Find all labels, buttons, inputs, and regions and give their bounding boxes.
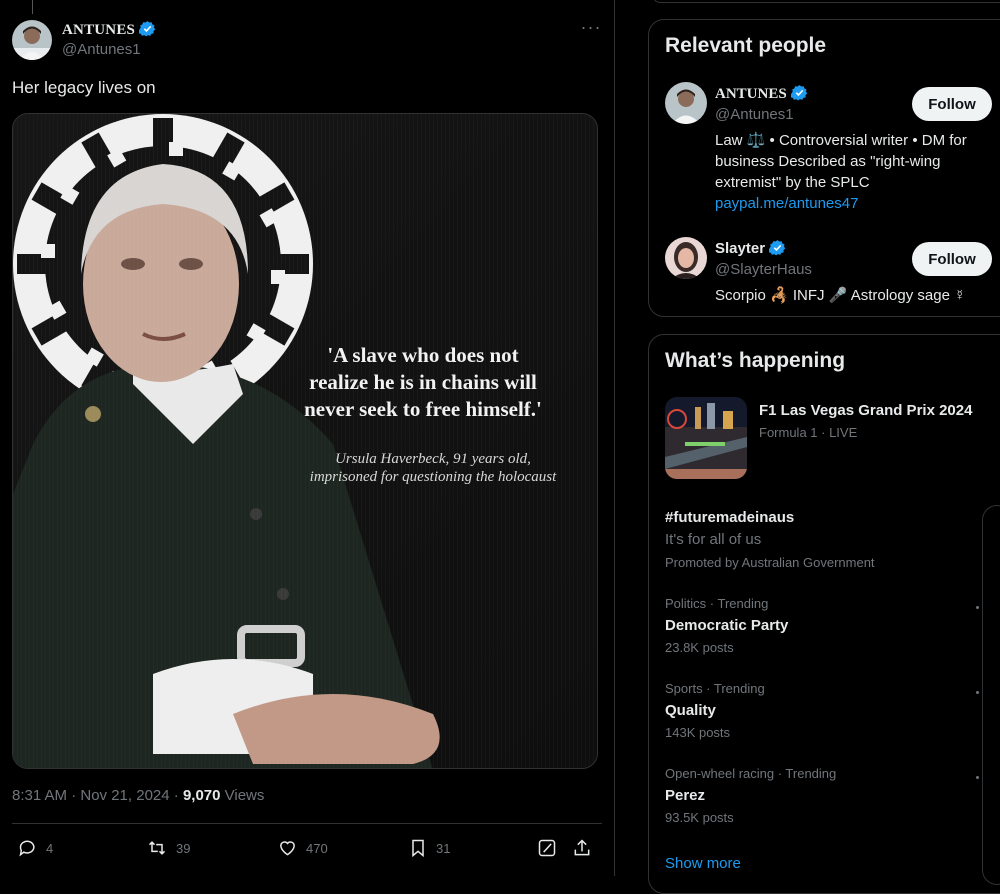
trend-context: Politics · Trending <box>665 596 769 611</box>
reply-button[interactable]: 4 <box>18 836 53 860</box>
floating-panel-edge <box>982 505 1000 885</box>
verified-badge-icon <box>790 84 808 105</box>
trend-posts: 93.5K posts <box>665 810 734 825</box>
person-avatar[interactable] <box>665 82 707 124</box>
author-name[interactable]: ANTUNES <box>62 20 156 42</box>
thread-line <box>32 0 33 14</box>
reply-count: 4 <box>46 840 54 856</box>
action-divider <box>12 823 602 824</box>
trend-posts: 143K posts <box>665 725 731 740</box>
repost-button[interactable]: 39 <box>146 836 190 860</box>
tweet-meta: 8:31 AM · Nov 21, 2024 · 9,070 Views <box>12 787 264 804</box>
author-handle[interactable]: @Antunes1 <box>62 41 141 58</box>
verified-badge-icon <box>768 239 786 260</box>
image-caption: Ursula Haverbeck, 91 years old, imprison… <box>283 450 583 486</box>
grok-icon <box>538 839 556 857</box>
whats-happening-title: What’s happening <box>665 349 846 372</box>
column-divider <box>614 0 615 876</box>
trend-title[interactable]: Quality <box>665 702 716 719</box>
follow-button[interactable]: Follow <box>912 242 992 276</box>
share-icon <box>574 839 590 856</box>
person-name[interactable]: Slayter <box>715 239 786 260</box>
verified-badge-icon <box>138 20 156 42</box>
trend-context: Sports · Trending <box>665 681 765 696</box>
search-box-edge <box>652 0 1000 3</box>
person-bio-text: Law ⚖️ • Controversial writer • DM for b… <box>715 132 967 191</box>
tweet-timestamp[interactable]: 8:31 AM · Nov 21, 2024 · <box>12 787 183 804</box>
more-options-icon[interactable]: ··· <box>580 18 602 40</box>
promoted-text: It's for all of us <box>665 531 762 548</box>
repost-icon <box>148 841 166 855</box>
f1-event-thumbnail[interactable] <box>665 397 747 479</box>
quote-line: 'A slave who does not <box>327 343 519 367</box>
person-name-text[interactable]: Slayter <box>715 240 765 257</box>
like-button[interactable]: 470 <box>277 836 328 860</box>
person-bio: Law ⚖️ • Controversial writer • DM for b… <box>715 130 1000 214</box>
bookmark-button[interactable]: 31 <box>408 836 450 860</box>
follow-button[interactable]: Follow <box>912 87 992 121</box>
caption-line: imprisoned for questioning the holocaust <box>309 469 557 485</box>
share-button[interactable] <box>572 836 600 860</box>
trend-posts: 23.8K posts <box>665 640 734 655</box>
like-count: 470 <box>306 840 328 856</box>
trend-more-icon[interactable] <box>976 776 979 779</box>
quote-line: realize he is in chains will <box>309 370 537 394</box>
trend-title[interactable]: F1 Las Vegas Grand Prix 2024 <box>759 402 972 419</box>
heart-icon <box>280 841 295 856</box>
views-count: 9,070 <box>182 787 221 804</box>
author-name-text[interactable]: ANTUNES <box>62 22 135 38</box>
tweet-text: Her legacy lives on <box>12 78 156 97</box>
trend-title[interactable]: #futuremadeinaus <box>665 509 794 526</box>
person-handle[interactable]: @Antunes1 <box>715 106 794 123</box>
repost-count: 39 <box>176 840 191 856</box>
relevant-people-title: Relevant people <box>665 34 827 57</box>
reply-icon <box>19 840 35 857</box>
whats-happening-card: What’s happening F1 Las Vegas Grand Prix… <box>648 334 1000 894</box>
trend-more-icon[interactable] <box>976 606 979 609</box>
show-more-link[interactable]: Show more <box>665 855 741 872</box>
tweet-image[interactable]: 'A slave who does not realize he is in c… <box>12 113 598 769</box>
trend-subtitle: Formula 1 · LIVE <box>759 425 858 440</box>
trend-context: Open-wheel racing · Trending <box>665 766 837 781</box>
author-avatar[interactable] <box>12 20 52 60</box>
image-quote: 'A slave who does not realize he is in c… <box>263 342 583 423</box>
trend-title[interactable]: Perez <box>665 787 705 804</box>
person-handle[interactable]: @SlayterHaus <box>715 261 812 278</box>
relevant-people-card: Relevant people ANTUNES @Antunes1 Follow… <box>648 19 1000 317</box>
tweet-column: ANTUNES @Antunes1 ··· Her legacy lives o… <box>0 0 614 876</box>
grok-button[interactable] <box>537 836 565 860</box>
person-name[interactable]: ANTUNES <box>715 84 808 105</box>
image-artwork <box>13 114 597 768</box>
person-avatar[interactable] <box>665 237 707 279</box>
bookmark-icon <box>412 839 424 858</box>
trend-title[interactable]: Democratic Party <box>665 617 788 634</box>
person-link[interactable]: paypal.me/antunes47 <box>715 195 858 212</box>
person-bio: Scorpio 🦂 INFJ 🎤 Astrology sage ☿ <box>715 287 966 304</box>
person-name-text[interactable]: ANTUNES <box>715 86 787 102</box>
caption-line: Ursula Haverbeck, 91 years old, <box>335 451 531 467</box>
quote-line: never seek to free himself.' <box>304 397 542 421</box>
promoted-by: Promoted by Australian Government <box>665 555 875 570</box>
bookmark-count: 31 <box>436 840 451 856</box>
views-label: Views <box>220 787 265 804</box>
trend-more-icon[interactable] <box>976 691 979 694</box>
